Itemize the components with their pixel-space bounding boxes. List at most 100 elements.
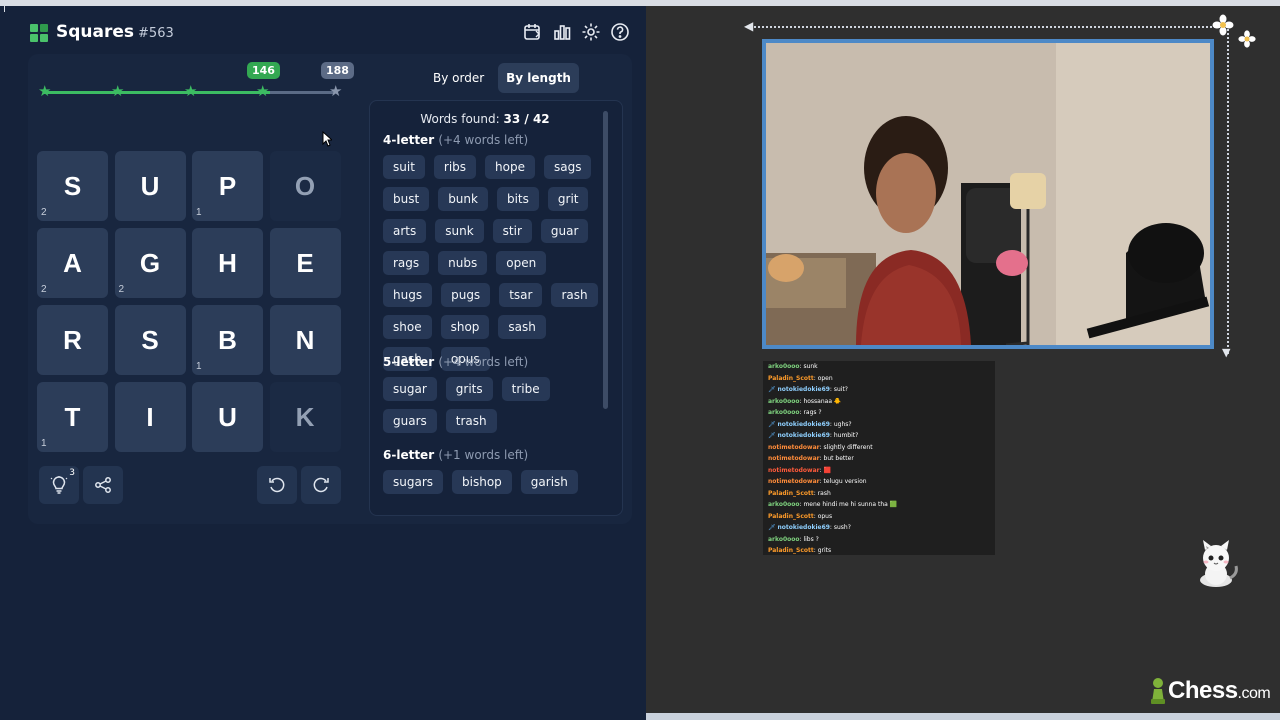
word-chip[interactable]: sash	[498, 315, 546, 339]
word-chip[interactable]: ribs	[433, 155, 477, 179]
chat-message: 🗡 notokiedokie69: suit?	[763, 384, 995, 396]
word-chip[interactable]: bunk	[438, 187, 488, 211]
chat-text: mene hindi me hi sunna tha 🟩	[803, 501, 898, 508]
game-panel: Squares #563 ★ ★ ★ ★ ★ 146 188 S2UP1OA2G2…	[0, 0, 646, 720]
tile-letter: S	[141, 324, 159, 355]
word-chip[interactable]: hope	[485, 155, 535, 179]
letter-tile[interactable]: N	[269, 305, 341, 375]
arrow-left-icon: ◀	[744, 19, 754, 33]
word-chip[interactable]: bishop	[452, 470, 512, 494]
letter-tile[interactable]: A2	[37, 228, 108, 298]
word-chip[interactable]: tribe	[501, 377, 550, 401]
tile-letter: U	[218, 401, 237, 432]
chat-message: arko0ooo: hossanaa 🐥	[763, 396, 995, 408]
word-chip[interactable]: rags	[383, 251, 430, 275]
tile-letter: U	[140, 170, 160, 201]
current-score-badge: 146	[247, 62, 280, 79]
chat-message: notimetodowar: 🟥	[763, 465, 995, 477]
word-chip[interactable]: shoe	[383, 315, 432, 339]
brand-suffix: .com	[1237, 685, 1271, 702]
window-edge-mark	[4, 0, 5, 12]
letter-tile[interactable]: H	[192, 228, 263, 298]
word-chip[interactable]: tsar	[499, 283, 543, 307]
letter-tile[interactable]: I	[114, 382, 186, 452]
tab-by-length[interactable]: By length	[498, 63, 579, 93]
gear-icon[interactable]	[581, 22, 601, 42]
chat-text: ughs?	[833, 420, 852, 428]
share-button[interactable]	[83, 466, 123, 504]
chat-message: notimetodowar: slightly different	[763, 442, 995, 454]
chat-username: arko0ooo	[768, 409, 800, 416]
word-chip[interactable]: grits	[445, 377, 493, 401]
tile-letter: P	[218, 170, 237, 201]
words-scrollbar[interactable]	[603, 111, 608, 409]
word-chip[interactable]: guar	[540, 219, 589, 243]
letter-tile[interactable]: K	[269, 382, 341, 452]
letter-tile[interactable]: U	[192, 382, 263, 452]
word-chip[interactable]: shop	[440, 315, 490, 339]
word-chip[interactable]: guars	[383, 409, 437, 433]
word-chip[interactable]: nubs	[438, 251, 488, 275]
word-chip[interactable]: pugs	[441, 283, 491, 307]
section-words-left: (+1 words left)	[438, 448, 529, 462]
pawn-icon	[1151, 678, 1165, 704]
letter-tile[interactable]: E	[269, 228, 341, 298]
tile-letter: S	[63, 170, 82, 201]
chat-username: notimetodowar	[768, 455, 820, 462]
chat-text: sush?	[833, 524, 851, 531]
section-label: 4-letter	[383, 133, 435, 147]
word-chip[interactable]: garish	[520, 470, 578, 494]
chat-username: notokiedokie69	[777, 432, 830, 439]
chat-text: sunk	[803, 363, 818, 370]
star-icon: ★	[38, 82, 52, 100]
redo-button[interactable]	[301, 466, 341, 504]
word-chip[interactable]: bust	[383, 187, 430, 211]
letter-tile[interactable]: O	[269, 151, 341, 221]
word-chip[interactable]: arts	[383, 219, 427, 243]
letter-tile[interactable]: P1	[192, 151, 263, 221]
word-chip[interactable]: sugar	[383, 377, 437, 401]
tile-count: 1	[41, 438, 47, 449]
chat-text: but better	[823, 455, 854, 462]
star-icon: ★	[256, 82, 270, 100]
help-icon[interactable]	[610, 22, 630, 42]
word-chip[interactable]: hugs	[383, 283, 433, 307]
stats-icon[interactable]	[552, 22, 572, 42]
flower-icon	[1238, 30, 1256, 48]
letter-tile[interactable]: G2	[114, 228, 186, 298]
squares-logo-icon	[30, 24, 48, 42]
word-chip[interactable]: suit	[383, 155, 425, 179]
game-title-text: Squares	[56, 22, 135, 42]
word-chip[interactable]: stir	[492, 219, 532, 243]
letter-tile[interactable]: S2	[37, 151, 108, 221]
chat-username: Paladin_Scott	[768, 374, 814, 382]
progress-fill	[44, 91, 270, 94]
word-chip[interactable]: grit	[547, 187, 589, 211]
section-words-left: (+4 words left)	[438, 355, 529, 369]
letter-tile[interactable]: S	[114, 305, 186, 375]
word-chip[interactable]: trash	[445, 409, 497, 433]
tile-letter: T	[64, 401, 81, 432]
tab-by-order[interactable]: By order	[425, 63, 492, 93]
undo-button[interactable]	[257, 466, 297, 504]
word-chip[interactable]: rash	[551, 283, 598, 307]
word-chip[interactable]: sugars	[383, 470, 444, 494]
tile-letter: A	[63, 247, 82, 278]
tile-letter: E	[296, 247, 314, 278]
calendar-icon[interactable]	[523, 22, 543, 42]
letter-tile[interactable]: U	[114, 151, 186, 221]
sort-tabs: By order By length	[425, 63, 579, 93]
letter-tile[interactable]: B1	[192, 305, 263, 375]
letter-tile[interactable]: T1	[37, 382, 108, 452]
letter-tile[interactable]: R	[37, 305, 108, 375]
hint-count: 3	[69, 468, 75, 478]
words-panel[interactable]: Words found: 33 / 42 4-letter (+4 words …	[369, 100, 623, 516]
word-chip[interactable]: open	[496, 251, 547, 275]
brand-name-text: Chess	[1168, 677, 1238, 704]
word-chip[interactable]: sunk	[435, 219, 484, 243]
word-chip[interactable]: bits	[496, 187, 539, 211]
chat-message: notimetodowar: but better	[763, 453, 995, 465]
words-found: Words found: 33 / 42	[370, 112, 600, 126]
hint-button[interactable]: 3	[39, 466, 79, 504]
word-chip[interactable]: sags	[544, 155, 592, 179]
